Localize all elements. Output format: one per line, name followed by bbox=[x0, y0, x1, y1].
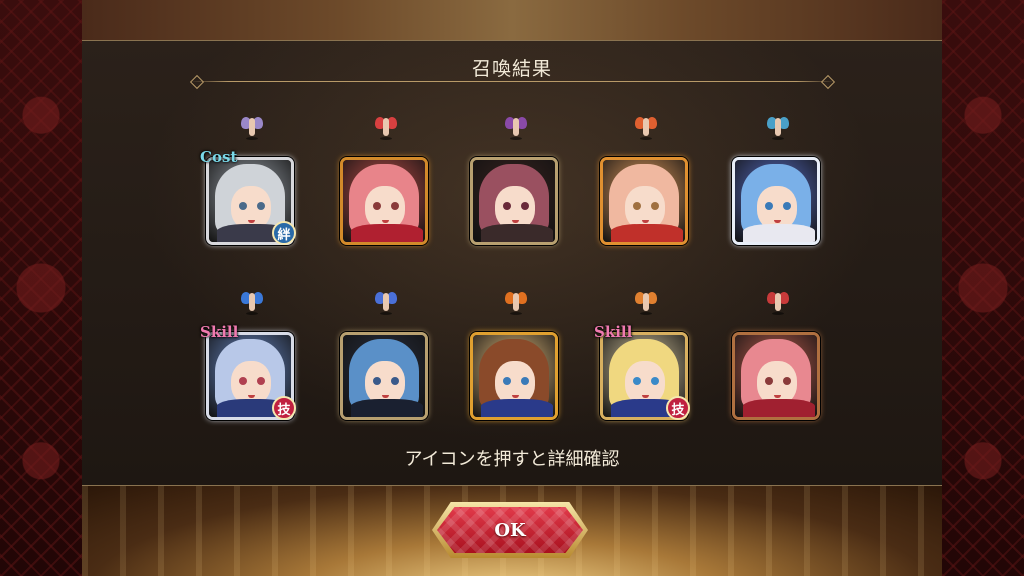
unit-slot bbox=[470, 114, 562, 254]
unit-portrait-button[interactable] bbox=[732, 332, 820, 420]
portrait-art bbox=[503, 377, 511, 385]
portrait-art bbox=[743, 224, 815, 242]
portrait-art bbox=[611, 224, 683, 242]
portrait-art bbox=[391, 377, 399, 385]
unit-sprite-icon bbox=[375, 289, 397, 315]
portrait-art bbox=[503, 202, 511, 210]
portrait-art bbox=[651, 202, 659, 210]
unit-portrait-button[interactable] bbox=[600, 157, 688, 245]
portrait-art bbox=[765, 377, 773, 385]
portrait-art bbox=[239, 377, 247, 385]
unit-slot bbox=[732, 114, 824, 254]
portrait-art bbox=[481, 224, 553, 242]
portrait-art bbox=[257, 202, 265, 210]
dialog-title: 召喚結果 bbox=[471, 58, 552, 80]
portrait-art bbox=[373, 202, 381, 210]
background-scenery-top bbox=[82, 0, 942, 40]
unit-badge-skill: Skill bbox=[594, 323, 633, 341]
unit-portrait-button[interactable] bbox=[340, 332, 428, 420]
title-divider bbox=[190, 81, 835, 82]
unit-slot: Skill 技 bbox=[200, 289, 298, 429]
unit-type-badge: 技 bbox=[666, 396, 690, 420]
ok-button[interactable]: OK bbox=[432, 502, 588, 558]
unit-sprite-icon bbox=[635, 114, 657, 140]
portrait-art bbox=[481, 399, 553, 417]
unit-portrait-button[interactable] bbox=[732, 157, 820, 245]
unit-type-badge: 絆 bbox=[272, 221, 296, 245]
unit-portrait-button[interactable] bbox=[470, 157, 558, 245]
unit-slot bbox=[340, 289, 432, 429]
portrait-art bbox=[257, 377, 265, 385]
unit-portrait-button[interactable] bbox=[340, 157, 428, 245]
portrait-art bbox=[765, 202, 773, 210]
unit-sprite-icon bbox=[767, 289, 789, 315]
unit-slot bbox=[340, 114, 432, 254]
portrait-art bbox=[633, 202, 641, 210]
right-ornament-panel bbox=[940, 0, 1024, 576]
unit-slot: Skill 技 bbox=[594, 289, 692, 429]
ok-button-label: OK bbox=[494, 519, 526, 541]
portrait-art bbox=[743, 399, 815, 417]
portrait-art bbox=[633, 377, 641, 385]
portrait-art bbox=[521, 202, 529, 210]
unit-sprite-icon bbox=[375, 114, 397, 140]
unit-portrait-button[interactable] bbox=[470, 332, 558, 420]
hint-text: アイコンを押すと詳細確認 bbox=[404, 449, 620, 470]
portrait-art bbox=[783, 202, 791, 210]
unit-badge-skill: Skill bbox=[200, 323, 239, 341]
left-ornament-panel bbox=[0, 0, 84, 576]
unit-sprite-icon bbox=[505, 114, 527, 140]
portrait-art bbox=[351, 224, 423, 242]
summon-result-dialog: 召喚結果 Cost 絆 Skill 技 Skill 技 アイコンを押すと詳細確認 bbox=[82, 40, 942, 486]
portrait-art bbox=[651, 377, 659, 385]
unit-slot bbox=[600, 114, 692, 254]
unit-slot: Cost 絆 bbox=[200, 114, 298, 254]
portrait-art bbox=[239, 202, 247, 210]
portrait-art bbox=[783, 377, 791, 385]
portrait-art bbox=[521, 377, 529, 385]
portrait-art bbox=[373, 377, 381, 385]
unit-badge-cost: Cost bbox=[200, 148, 238, 166]
unit-sprite-icon bbox=[635, 289, 657, 315]
unit-slot bbox=[732, 289, 824, 429]
portrait-art bbox=[351, 399, 423, 417]
portrait-art bbox=[391, 202, 399, 210]
unit-sprite-icon bbox=[505, 289, 527, 315]
unit-type-badge: 技 bbox=[272, 396, 296, 420]
unit-sprite-icon bbox=[241, 114, 263, 140]
unit-sprite-icon bbox=[767, 114, 789, 140]
unit-slot bbox=[470, 289, 562, 429]
unit-sprite-icon bbox=[241, 289, 263, 315]
